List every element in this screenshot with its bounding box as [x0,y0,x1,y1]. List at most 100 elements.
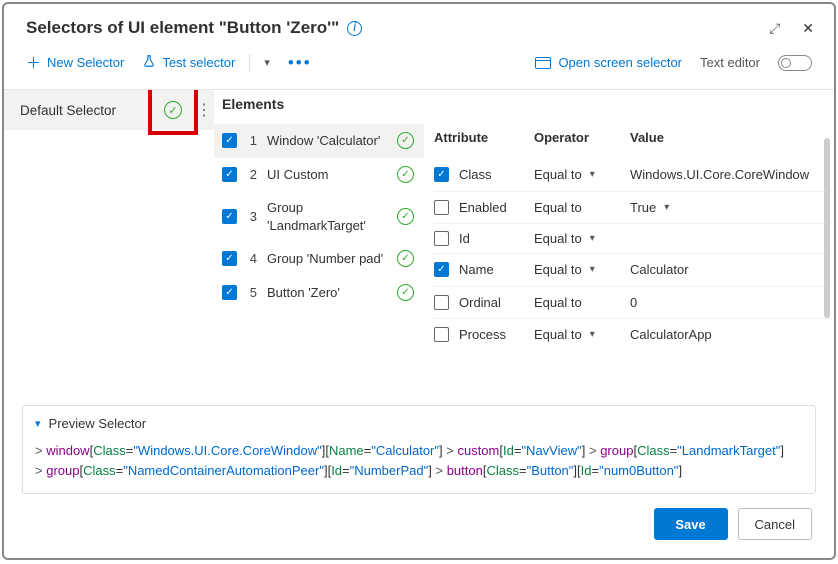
element-row[interactable]: ✓3Group 'LandmarkTarget'✓ [214,191,424,242]
text-editor-label: Text editor [700,55,760,70]
check-circle-icon: ✓ [397,250,414,267]
selector-token: ] [678,463,682,478]
element-index: 4 [247,251,257,266]
attribute-name: Ordinal [459,295,501,310]
selector-token: > [35,443,46,458]
element-index: 3 [247,209,257,224]
element-row[interactable]: ✓ 4 Group 'Number pad' ✓ [214,242,424,276]
selector-token: Class [93,443,126,458]
chevron-down-icon: ▾ [35,417,41,430]
checkbox[interactable]: ✓ [222,251,237,266]
selector-token: Id [581,463,592,478]
selector-token: > [432,463,447,478]
attribute-value[interactable]: 0 [630,294,637,312]
attribute-value[interactable]: True [630,199,656,217]
preview-toggle[interactable]: ▾ Preview Selector [35,416,803,431]
test-selector-button[interactable]: Test selector [142,54,235,71]
chevron-down-icon[interactable]: ▾ [264,56,270,69]
selector-token: Id [331,463,342,478]
new-selector-label: New Selector [47,55,124,70]
element-index: 2 [247,167,257,182]
open-screen-label: Open screen selector [558,55,682,70]
element-name: Window 'Calculator' [267,132,387,150]
dialog-footer: Save Cancel [4,494,834,558]
selector-path: > window[Class="Windows.UI.Core.CoreWind… [35,441,803,481]
chevron-down-icon[interactable]: ▾ [590,233,595,244]
checkbox[interactable] [434,327,449,342]
open-screen-selector-button[interactable]: Open screen selector [535,55,682,70]
elements-panel: Elements ✓1Window 'Calculator'✓✓2UI Cust… [214,90,424,399]
selector-token: = [519,463,527,478]
operator-value[interactable]: Equal to [534,295,582,310]
screen-icon [535,57,551,69]
checkbox[interactable] [434,200,449,215]
operator-value[interactable]: Equal to [534,262,582,277]
operator-value[interactable]: Equal to [534,327,582,342]
elements-list: ✓1Window 'Calculator'✓✓2UI Custom✓✓3Grou… [214,124,424,309]
element-index: 1 [247,133,257,148]
check-circle-icon: ✓ [397,284,414,301]
attribute-name: Name [459,262,494,277]
selector-token: Id [503,443,514,458]
chevron-down-icon[interactable]: ▾ [590,169,595,180]
check-circle-icon: ✓ [164,101,182,119]
text-editor-toggle[interactable] [778,55,812,71]
attribute-row: ProcessEqual to▾CalculatorApp [434,318,832,351]
resize-icon[interactable]: ⤢ [769,20,780,37]
checkbox[interactable]: ✓ [222,133,237,148]
attribute-row: ✓ Name Equal to ▾ Calculator [434,253,832,286]
new-selector-button[interactable]: ＋ New Selector [26,52,124,73]
selector-row-default[interactable]: Default Selector ✓ ⋮ [4,90,214,130]
checkbox[interactable]: ✓ [222,209,237,224]
selector-token: "NamedContainerAutomationPeer" [123,463,324,478]
chevron-down-icon[interactable]: ▾ [590,329,595,340]
operator-value[interactable]: Equal to [534,231,582,246]
selector-token: > [585,443,600,458]
element-row[interactable]: ✓1Window 'Calculator'✓ [214,124,424,158]
preview-panel: ▾ Preview Selector > window[Class="Windo… [22,405,816,494]
info-icon[interactable]: i [347,21,362,36]
checkbox[interactable]: ✓ [434,167,449,182]
chevron-down-icon[interactable]: ▾ [664,201,669,215]
attributes-header: Attribute Operator Value [434,90,832,159]
operator-value[interactable]: Equal to [534,167,582,182]
checkbox[interactable]: ✓ [434,262,449,277]
attribute-value[interactable]: Calculator [630,261,689,279]
dialog-body: Default Selector ✓ ⋮ Elements ✓ 1 Window '… [4,90,834,399]
save-button[interactable]: Save [654,508,728,540]
chevron-down-icon[interactable]: ▾ [590,264,595,275]
checkbox[interactable]: ✓ [222,167,237,182]
dialog-header: Selectors of UI element "Button 'Zero'" … [4,4,834,42]
check-circle-icon: ✓ [397,166,414,183]
selector-token: group [600,443,633,458]
scrollbar[interactable] [824,138,830,318]
attribute-row: Ordinal Equal to 0 [434,286,832,319]
attribute-row: IdEqual to▾ [434,223,832,253]
selector-token: window [46,443,89,458]
selector-token: ] [780,443,784,458]
selector-token: custom [457,443,499,458]
attribute-value[interactable]: Windows.UI.Core.CoreWindow [630,166,809,184]
checkbox[interactable] [434,295,449,310]
flask-icon [142,54,156,71]
close-icon[interactable]: ✕ [802,20,814,37]
element-name: Button 'Zero' [267,284,387,302]
attribute-value[interactable]: CalculatorApp [630,326,712,344]
element-name: Group 'LandmarkTarget' [267,199,387,234]
kebab-icon[interactable]: ⋮ [194,100,214,120]
cancel-button[interactable]: Cancel [738,508,812,540]
element-row[interactable]: ✓ 5 Button 'Zero' ✓ [214,276,424,310]
selector-token: group [46,463,79,478]
selector-token: "NavView" [521,443,581,458]
element-name: Group 'Number pad' [267,250,387,268]
element-index: 5 [247,285,257,300]
cancel-label: Cancel [755,517,795,532]
checkbox[interactable]: ✓ [222,285,237,300]
operator-value[interactable]: Equal to [534,200,582,215]
selector-token: "Windows.UI.Core.CoreWindow" [133,443,321,458]
checkbox[interactable] [434,231,449,246]
selector-token: Class [637,443,670,458]
elements-title: Elements [214,96,424,124]
element-row[interactable]: ✓2UI Custom✓ [214,158,424,192]
more-icon[interactable]: ••• [288,54,312,71]
